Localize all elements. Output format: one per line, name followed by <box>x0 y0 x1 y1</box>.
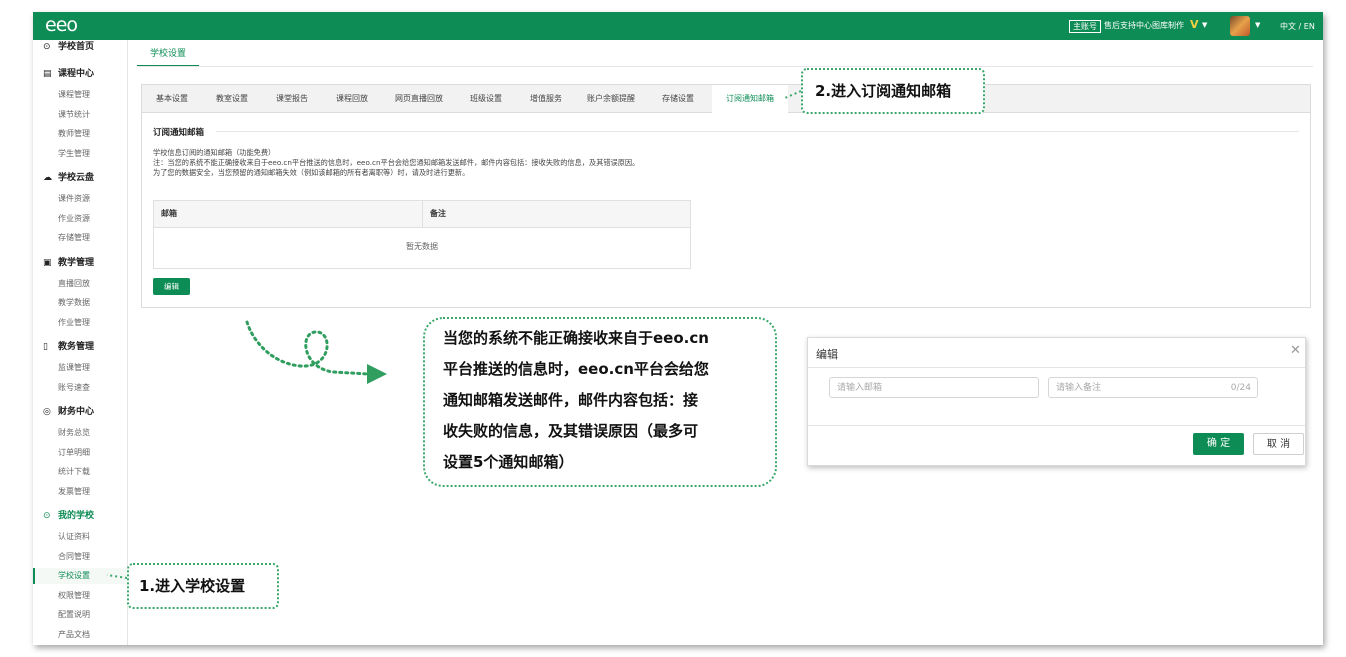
connector-step1 <box>106 574 128 579</box>
loop-arrow <box>245 320 371 376</box>
arrow-head <box>367 364 387 384</box>
app-window: eeo 主账号 售后支持中心图库制作 V ▼ ▼ 中文 / EN ⊙ 学校首页 ▤… <box>33 12 1323 645</box>
connector-step2 <box>784 90 802 99</box>
annotation-arrows <box>106 90 802 579</box>
